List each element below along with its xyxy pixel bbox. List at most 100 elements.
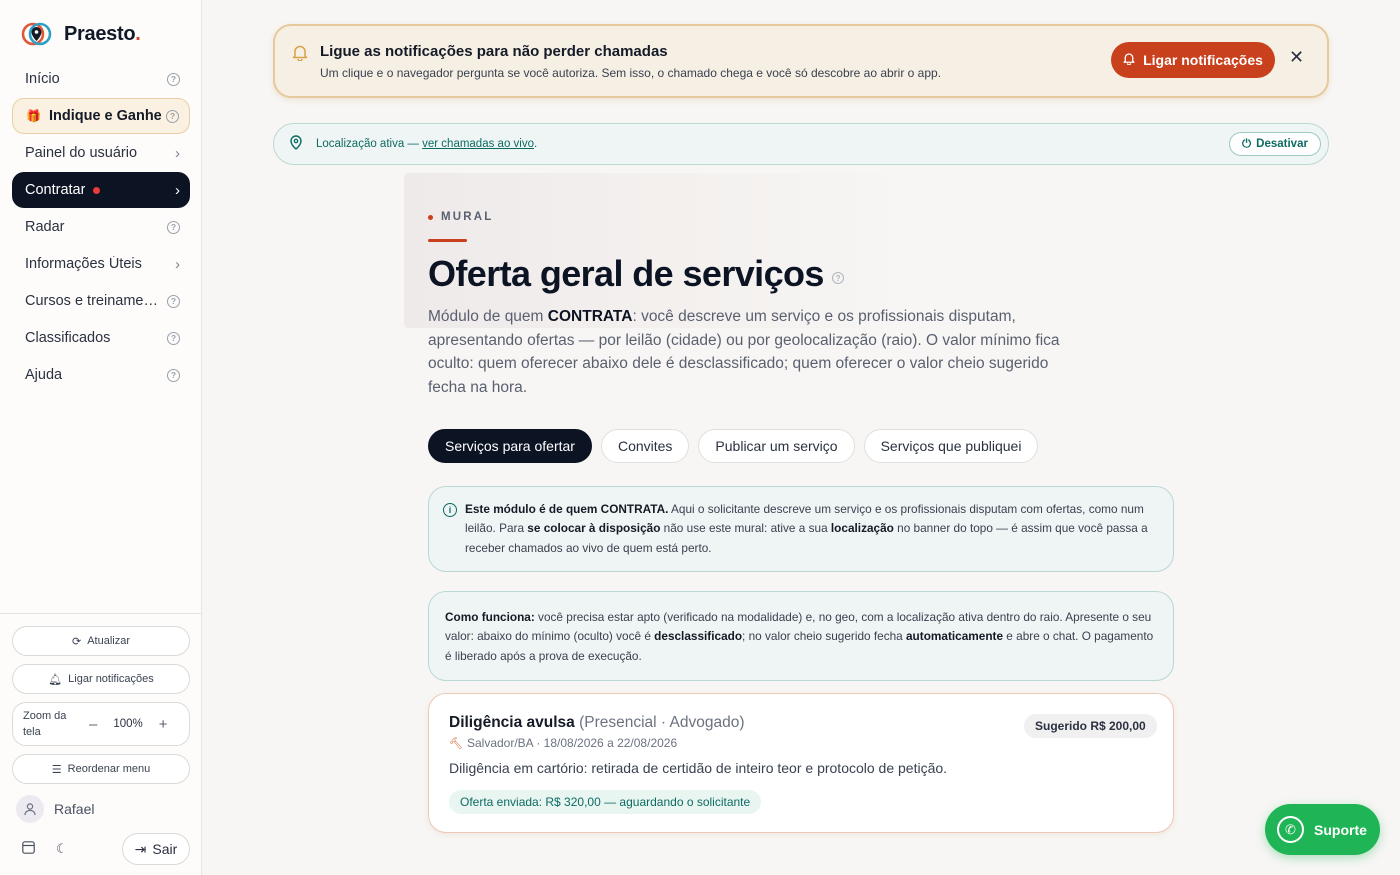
chevron-right-icon: ›	[175, 255, 180, 273]
sidebar-item-inicio[interactable]: Início ?	[12, 61, 190, 97]
page-title-text: Oferta geral de serviços	[428, 253, 824, 294]
tab-publicar-servico[interactable]: Publicar um serviço	[698, 429, 855, 463]
reorder-menu-button[interactable]: ☰ Reordenar menu	[12, 754, 190, 784]
logout-icon: ⇥	[134, 840, 147, 857]
refresh-label: Atualizar	[87, 635, 130, 647]
help-icon[interactable]: ?	[831, 272, 844, 284]
help-icon[interactable]: ?	[167, 331, 180, 345]
location-status-suffix: .	[534, 138, 538, 150]
brand-dot: .	[135, 22, 141, 45]
kicker-label: MURAL	[441, 211, 494, 223]
location-status: Localização ativa — ver chamadas ao vivo…	[316, 138, 537, 150]
user-avatar-icon	[16, 795, 44, 823]
info-bold: automaticamente	[906, 629, 1004, 644]
sidebar-item-ajuda[interactable]: Ajuda ?	[12, 357, 190, 393]
reorder-menu-label: Reordenar menu	[67, 763, 151, 775]
sidebar-item-label: Ajuda	[25, 367, 63, 383]
sidebar-item-contratar[interactable]: Contratar ›	[12, 172, 190, 208]
support-label: Suporte	[1314, 821, 1367, 838]
sidebar: Praesto. Início ? 🎁 Indique e Ganhe ? Pai…	[0, 0, 202, 875]
location-bar: Localização ativa — ver chamadas ao vivo…	[273, 123, 1329, 165]
sidebar-item-label: Radar	[25, 219, 65, 235]
power-icon: ⏻	[1242, 137, 1252, 150]
live-calls-link[interactable]: ver chamadas ao vivo	[422, 138, 534, 150]
enable-notifications-cta[interactable]: Ligar notificações	[1111, 42, 1275, 78]
kicker-underline	[428, 239, 467, 242]
sidebar-item-indique-e-ganhe[interactable]: 🎁 Indique e Ganhe ?	[12, 98, 190, 134]
enable-notifications-button[interactable]: 🔔︎ Ligar notificações	[12, 664, 190, 694]
deactivate-label: Desativar	[1256, 138, 1308, 150]
page-description: Módulo de quem CONTRATA: você descreve u…	[428, 305, 1078, 399]
service-description: Diligência em cartório: retirada de cert…	[449, 760, 948, 776]
user-profile[interactable]: Rafael	[12, 792, 190, 826]
page-title: Oferta geral de serviços?	[428, 253, 844, 295]
bell-icon	[292, 44, 308, 66]
section-kicker: MURAL	[428, 211, 494, 223]
offer-status-badge: Oferta enviada: R$ 320,00 — aguardando o…	[449, 790, 762, 814]
dark-mode-icon[interactable]: ☾	[56, 841, 90, 857]
info-bold: se colocar à disposição	[527, 521, 661, 536]
close-icon[interactable]: ✕	[1289, 47, 1304, 68]
service-card[interactable]: Diligência avulsa (Presencial · Advogado…	[428, 693, 1174, 833]
gavel-icon: 🔨︎	[449, 737, 463, 750]
sidebar-item-classificados[interactable]: Classificados ?	[12, 320, 190, 356]
sidebar-item-label: Indique e Ganhe	[48, 108, 162, 124]
brand-name: Praesto	[64, 22, 136, 45]
sidebar-item-informacoes-uteis[interactable]: Informações Úteis ›	[12, 246, 190, 282]
user-name: Rafael	[54, 801, 95, 817]
enable-notifications-label: Ligar notificações	[68, 673, 154, 685]
zoom-control: Zoom da tela – 100% +	[12, 702, 190, 746]
zoom-value: 100%	[113, 718, 143, 730]
sidebar-item-label: Classificados	[25, 330, 111, 346]
support-button[interactable]: ✆ Suporte	[1265, 804, 1380, 855]
tabs: Serviços para ofertar Convites Publicar …	[428, 429, 1039, 463]
tab-servicos-para-ofertar[interactable]: Serviços para ofertar	[428, 429, 592, 463]
help-icon[interactable]: ?	[167, 72, 180, 86]
info-bold: localização	[830, 521, 894, 536]
info-bold: Este módulo é de quem CONTRATA.	[465, 502, 669, 516]
refresh-button[interactable]: ⟳ Atualizar	[12, 626, 190, 656]
info-bold: Como funciona:	[445, 610, 535, 624]
chevron-right-icon: ›	[175, 144, 180, 162]
sidebar-item-painel[interactable]: Painel do usuário ›	[12, 135, 190, 171]
info-text: ; no valor cheio sugerido fecha	[742, 629, 906, 644]
enable-notifications-cta-label: Ligar notificações	[1143, 52, 1263, 68]
suggested-price-badge: Sugerido R$ 200,00	[1024, 714, 1157, 738]
help-icon[interactable]: ?	[167, 294, 180, 308]
deactivate-location-button[interactable]: ⏻ Desativar	[1229, 132, 1321, 156]
info-text: não use este mural: ative a sua	[660, 521, 831, 536]
page-description-text: Módulo de quem	[428, 308, 548, 325]
sidebar-item-label: Informações Úteis	[25, 256, 142, 272]
location-status-prefix: Localização ativa —	[316, 138, 423, 150]
bell-icon	[1123, 52, 1135, 68]
layout-icon[interactable]	[22, 841, 56, 857]
gift-icon: 🎁	[26, 109, 41, 123]
sidebar-item-radar[interactable]: Radar ?	[12, 209, 190, 245]
tab-servicos-publicados[interactable]: Serviços que publiquei	[863, 429, 1039, 463]
zoom-in-button[interactable]: +	[159, 716, 168, 733]
help-icon[interactable]: ?	[167, 368, 180, 382]
service-title-text: Diligência avulsa	[449, 714, 575, 731]
help-icon[interactable]: ?	[167, 220, 180, 234]
banner-description: Um clique e o navegador pergunta se você…	[320, 66, 942, 80]
zoom-out-button[interactable]: –	[89, 716, 97, 733]
brand[interactable]: Praesto.	[20, 20, 141, 48]
notification-banner: Ligue as notificações para não perder ch…	[273, 24, 1329, 98]
sidebar-item-label: Contratar	[25, 182, 86, 198]
logout-button[interactable]: ⇥ Sair	[122, 833, 190, 865]
sidebar-item-cursos[interactable]: Cursos e treinamentos ?	[12, 283, 190, 319]
location-pin-icon	[290, 135, 302, 153]
info-icon: i	[443, 503, 457, 517]
tab-convites[interactable]: Convites	[600, 429, 690, 463]
zoom-label: Zoom da tela	[23, 710, 67, 738]
logout-label: Sair	[152, 841, 178, 857]
page-description-bold: CONTRATA	[547, 308, 633, 325]
service-meta: 🔨︎ Salvador/BA · 18/08/2026 a 22/08/2026	[449, 736, 677, 750]
notification-dot	[93, 186, 101, 194]
kicker-dot	[428, 214, 433, 220]
praesto-logo-icon	[21, 22, 52, 46]
help-icon[interactable]: ?	[166, 109, 179, 123]
sidebar-footer: ☾ ⇥ Sair	[12, 833, 190, 865]
service-title: Diligência avulsa (Presencial · Advogado…	[449, 714, 745, 732]
info-bold: desclassificado	[654, 629, 743, 644]
